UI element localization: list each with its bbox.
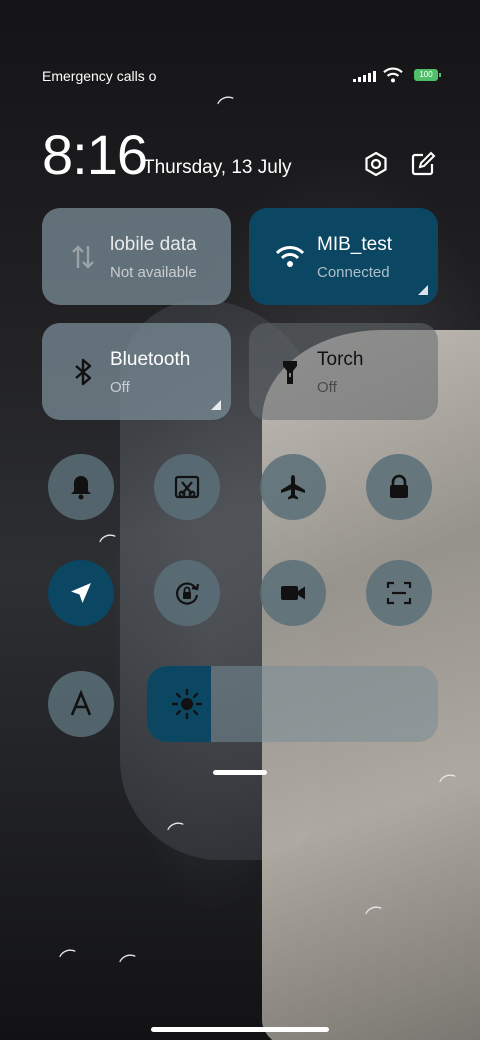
signal-icon bbox=[353, 70, 376, 82]
tile-bluetooth[interactable]: Bluetooth Off bbox=[42, 323, 231, 420]
toggle-video[interactable] bbox=[260, 560, 326, 626]
bird-shape: ⌒ bbox=[57, 946, 82, 972]
status-bar: Emergency calls o 100 bbox=[42, 64, 441, 88]
battery-icon: 100 bbox=[414, 69, 441, 81]
font-icon bbox=[70, 689, 92, 716]
carrier-text: Emergency calls o bbox=[42, 68, 157, 84]
gesture-nav-bar[interactable] bbox=[151, 1027, 329, 1032]
tile-status: Off bbox=[317, 379, 337, 396]
tile-name: Bluetooth bbox=[110, 349, 191, 370]
brightness-icon bbox=[171, 688, 203, 720]
tile-name: lobile data bbox=[110, 234, 197, 255]
bird-shape: ⌒ bbox=[117, 951, 142, 977]
bell-icon bbox=[71, 476, 91, 500]
wifi-status-icon bbox=[383, 67, 403, 83]
bird-shape: ⌒ bbox=[97, 531, 122, 557]
expand-corner-icon[interactable] bbox=[211, 400, 221, 410]
toggle-lock[interactable] bbox=[366, 454, 432, 520]
clock-time[interactable]: 8:16 bbox=[42, 122, 148, 187]
edit-icon[interactable] bbox=[409, 150, 437, 178]
tile-mobile-data[interactable]: lobile data Not available bbox=[42, 208, 231, 305]
settings-icon[interactable] bbox=[362, 150, 390, 178]
tile-name: Torch bbox=[317, 349, 364, 370]
rotation-lock-icon bbox=[176, 582, 200, 605]
tile-wifi[interactable]: MIB_test Connected bbox=[249, 208, 438, 305]
toggle-screenshot[interactable] bbox=[154, 454, 220, 520]
location-icon bbox=[71, 583, 91, 603]
tile-status: Not available bbox=[110, 264, 197, 281]
torch-icon bbox=[283, 361, 297, 384]
mobile-data-icon bbox=[72, 245, 94, 269]
toggle-rotation-lock[interactable] bbox=[154, 560, 220, 626]
tile-name: MIB_test bbox=[317, 234, 392, 255]
airplane-icon bbox=[281, 475, 305, 500]
panel-drag-handle[interactable] bbox=[213, 770, 267, 775]
toggle-scanner[interactable] bbox=[366, 560, 432, 626]
scanner-icon bbox=[386, 581, 412, 605]
tile-status: Off bbox=[110, 379, 130, 396]
tile-status: Connected bbox=[317, 264, 390, 281]
wifi-icon bbox=[275, 246, 305, 267]
toggle-airplane[interactable] bbox=[260, 454, 326, 520]
lock-icon bbox=[390, 474, 408, 498]
clock-date[interactable]: Thursday, 13 July bbox=[143, 157, 292, 179]
tile-torch[interactable]: Torch Off bbox=[249, 323, 438, 420]
bird-shape: ⌒ bbox=[215, 93, 240, 119]
screenshot-icon bbox=[174, 475, 200, 499]
toggle-font[interactable] bbox=[48, 671, 114, 737]
expand-corner-icon[interactable] bbox=[418, 285, 428, 295]
bluetooth-icon bbox=[75, 358, 92, 386]
toggle-ringer[interactable] bbox=[48, 454, 114, 520]
brightness-slider[interactable] bbox=[147, 666, 438, 742]
toggle-location[interactable] bbox=[48, 560, 114, 626]
video-camera-icon bbox=[281, 586, 305, 600]
